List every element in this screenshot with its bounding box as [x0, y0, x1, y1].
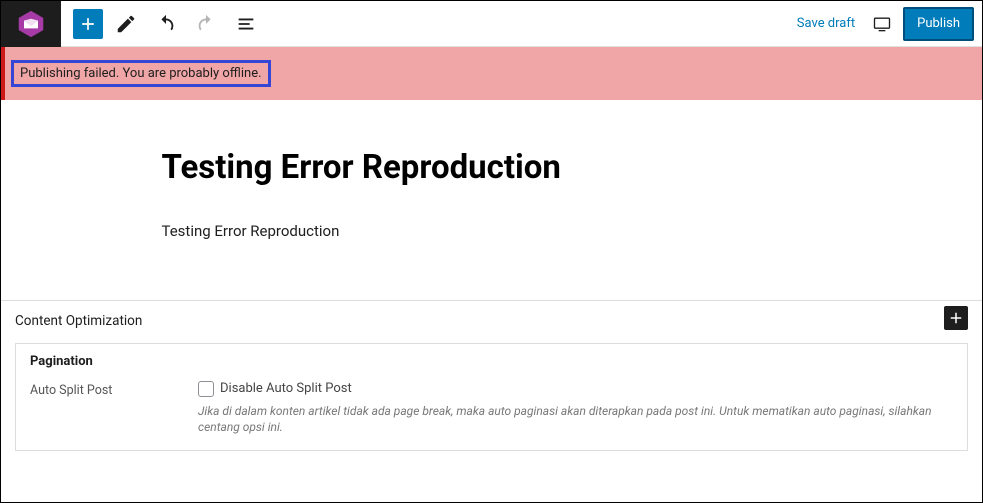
- plus-icon: [947, 309, 965, 327]
- disable-auto-split-label: Disable Auto Split Post: [220, 381, 352, 396]
- site-logo-button[interactable]: [1, 1, 61, 47]
- redo-button[interactable]: [189, 7, 223, 41]
- edit-mode-button[interactable]: [109, 7, 143, 41]
- editor-canvas[interactable]: Testing Error Reproduction Testing Error…: [1, 100, 982, 502]
- undo-button[interactable]: [149, 7, 183, 41]
- list-view-icon: [235, 13, 257, 35]
- error-message-highlight: Publishing failed. You are probably offl…: [11, 60, 271, 87]
- toolbar-left-group: [61, 7, 263, 41]
- disable-auto-split-row: Disable Auto Split Post: [198, 381, 953, 397]
- pagination-box-title: Pagination: [30, 354, 953, 369]
- save-draft-button[interactable]: Save draft: [787, 8, 865, 39]
- auto-split-field-label: Auto Split Post: [30, 381, 198, 398]
- post-body-paragraph[interactable]: Testing Error Reproduction: [162, 222, 822, 240]
- pagination-meta-box: Pagination Auto Split Post Disable Auto …: [15, 343, 968, 452]
- undo-icon: [155, 13, 177, 35]
- post-title[interactable]: Testing Error Reproduction: [162, 148, 822, 188]
- meta-boxes-area: Content Optimization Pagination Auto Spl…: [1, 300, 982, 464]
- publish-button[interactable]: Publish: [903, 7, 974, 41]
- meta-panel-title: Content Optimization: [15, 313, 968, 329]
- disable-auto-split-checkbox[interactable]: [198, 381, 214, 397]
- auto-split-description: Jika di dalam konten artikel tidak ada p…: [198, 403, 953, 437]
- desktop-icon: [872, 14, 892, 34]
- plus-icon: [78, 14, 98, 34]
- auto-split-field-body: Disable Auto Split Post Jika di dalam ko…: [198, 381, 953, 437]
- editor-toolbar: Save draft Publish: [1, 1, 982, 47]
- document-container: Testing Error Reproduction Testing Error…: [142, 100, 842, 300]
- add-block-button[interactable]: [73, 9, 103, 39]
- list-view-button[interactable]: [229, 7, 263, 41]
- preview-button[interactable]: [865, 7, 899, 41]
- editor-window: Save draft Publish Publishing failed. Yo…: [0, 0, 983, 503]
- auto-split-field-row: Auto Split Post Disable Auto Split Post …: [30, 381, 953, 437]
- error-notice: Publishing failed. You are probably offl…: [1, 47, 982, 100]
- redo-icon: [195, 13, 217, 35]
- insert-block-button[interactable]: [944, 306, 968, 330]
- envelope-hex-icon: [17, 10, 45, 38]
- pencil-icon: [115, 13, 137, 35]
